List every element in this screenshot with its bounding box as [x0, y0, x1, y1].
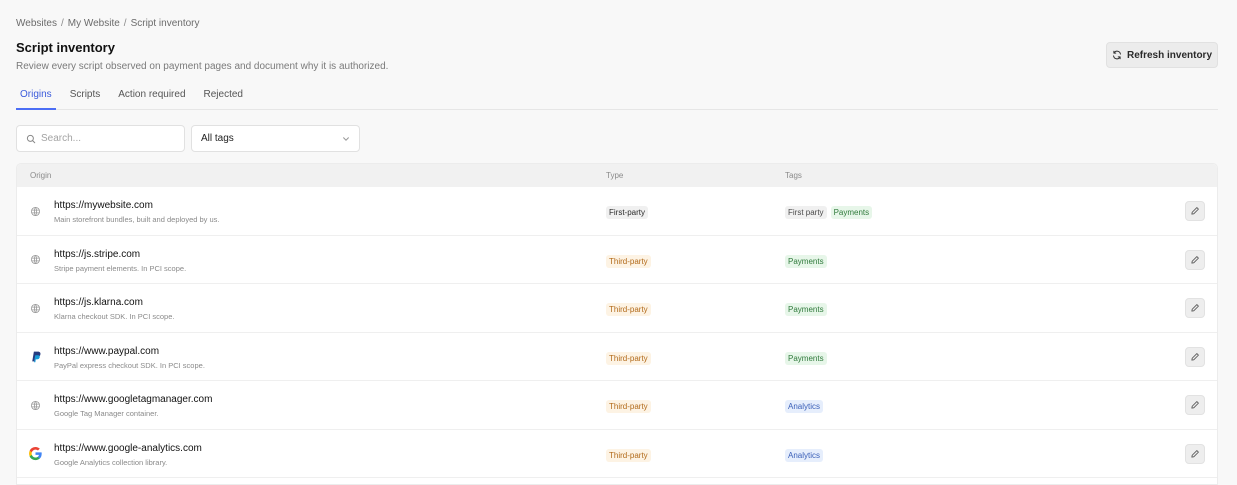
origin-url: https://www.google-analytics.com: [54, 442, 202, 454]
origin-url: https://www.googletagmanager.com: [54, 394, 213, 405]
tags-filter-select[interactable]: All tags: [191, 125, 360, 152]
breadcrumb-separator: /: [60, 18, 64, 29]
refresh-icon: [1113, 50, 1121, 60]
tag-list: Analytics: [785, 400, 824, 413]
edit-button[interactable]: [1185, 346, 1205, 367]
google-logo-icon: [27, 446, 43, 462]
pencil-icon: [1191, 449, 1199, 458]
table-row[interactable]: https://js.klarna.com Klarna checkout SD…: [17, 284, 1217, 333]
column-header-origin[interactable]: Origin: [30, 171, 51, 180]
type-badge: Third-party: [606, 303, 651, 316]
origin-url: https://mywebsite.com: [54, 200, 153, 211]
table-row[interactable]: https://mywebsite.com Main storefront bu…: [17, 187, 1217, 236]
origin-url: https://js.stripe.com: [54, 248, 141, 260]
tag-badge: First party: [785, 206, 827, 219]
breadcrumb-my-website[interactable]: My Website: [68, 18, 120, 29]
tag-list: Payments: [785, 303, 827, 316]
edit-button[interactable]: [1185, 298, 1205, 318]
paypal-logo-icon: [27, 349, 43, 365]
chevron-down-icon: [343, 136, 349, 141]
breadcrumb: Websites / My Website / Script inventory: [16, 18, 200, 29]
type-badge: Third-party: [606, 400, 651, 413]
tag-badge: Payments: [785, 303, 827, 316]
table-row[interactable]: https://js.stripe.com Stripe payment ele…: [17, 236, 1217, 284]
pencil-icon: [1191, 401, 1199, 409]
tab-rejected[interactable]: Rejected: [200, 83, 247, 110]
type-badge: Third-party: [606, 448, 651, 462]
breadcrumb-websites[interactable]: Websites: [16, 18, 57, 29]
breadcrumb-separator: /: [123, 18, 127, 29]
origin-description: PayPal express checkout SDK. In PCI scop…: [54, 360, 205, 370]
tag-badge: Payments: [830, 206, 873, 219]
search-icon: [26, 134, 36, 143]
tag-list: First party Payments: [785, 206, 873, 219]
globe-icon: [27, 203, 43, 219]
tab-origins[interactable]: Origins: [16, 83, 56, 110]
origin-description: Google Analytics collection library.: [54, 457, 168, 467]
edit-button[interactable]: [1185, 249, 1205, 270]
pencil-icon: [1191, 352, 1199, 361]
origin-description: Stripe payment elements. In PCI scope.: [54, 263, 187, 273]
edit-button[interactable]: [1185, 395, 1205, 415]
table-row[interactable]: https://www.google-analytics.com Google …: [17, 430, 1217, 478]
script-inventory-page: Websites / My Website / Script inventory…: [0, 0, 1237, 485]
type-badge: Third-party: [606, 254, 651, 268]
tag-list: Payments: [785, 351, 827, 365]
type-badge: Third-party: [606, 351, 651, 365]
refresh-inventory-button[interactable]: Refresh inventory: [1106, 42, 1218, 68]
refresh-inventory-label: Refresh inventory: [1126, 49, 1213, 61]
table-row[interactable]: https://www.paypal.com PayPal express ch…: [17, 333, 1217, 381]
tag-list: Payments: [785, 254, 827, 268]
origin-description: Klarna checkout SDK. In PCI scope.: [54, 312, 175, 321]
breadcrumb-script-inventory: Script inventory: [130, 18, 200, 29]
table-row[interactable]: https://www.googletagmanager.com Google …: [17, 381, 1217, 430]
pencil-icon: [1191, 207, 1199, 215]
tag-badge: Analytics: [785, 448, 824, 462]
table-header: Origin Type Tags: [17, 164, 1217, 187]
origins-table: Origin Type Tags https://mywebsite.com M…: [16, 163, 1218, 485]
column-header-type[interactable]: Type: [606, 171, 623, 180]
search-field[interactable]: [16, 125, 185, 152]
page-description: Review every script observed on payment …: [16, 61, 389, 72]
tab-bar: Origins Scripts Action required Rejected: [16, 83, 1218, 110]
type-badge: First-party: [606, 206, 648, 219]
origin-url: https://www.paypal.com: [54, 345, 160, 357]
globe-icon: [27, 300, 43, 316]
tags-filter-value: All tags: [201, 133, 234, 144]
pencil-icon: [1191, 304, 1199, 312]
origin-url: https://js.klarna.com: [54, 297, 143, 308]
edit-button[interactable]: [1185, 443, 1205, 464]
column-header-tags[interactable]: Tags: [785, 171, 802, 180]
origin-description: Google Tag Manager container.: [54, 409, 159, 418]
tab-scripts[interactable]: Scripts: [66, 83, 105, 110]
origin-description: Main storefront bundles, built and deplo…: [54, 215, 220, 224]
tab-action-required[interactable]: Action required: [114, 83, 189, 110]
tag-badge: Payments: [785, 351, 827, 365]
pencil-icon: [1191, 255, 1199, 264]
page-title: Script inventory: [16, 40, 115, 55]
tag-badge: Payments: [785, 254, 827, 268]
globe-icon: [27, 397, 43, 413]
globe-icon: [27, 252, 43, 268]
search-input[interactable]: [41, 133, 181, 144]
edit-button[interactable]: [1185, 201, 1205, 221]
tag-list: Analytics: [785, 448, 824, 462]
tag-badge: Analytics: [785, 400, 824, 413]
